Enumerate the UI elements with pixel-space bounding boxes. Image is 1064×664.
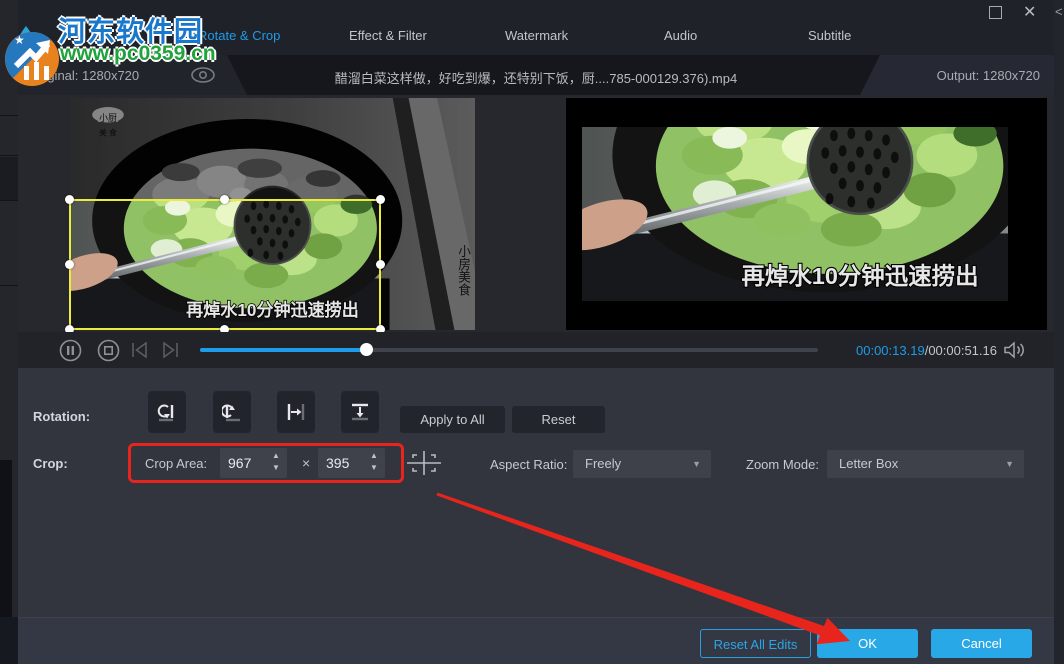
- next-frame-button[interactable]: [162, 342, 179, 358]
- background-app-right-edge: <: [1054, 0, 1064, 664]
- crop-center-icon: [405, 450, 443, 476]
- pause-button[interactable]: [59, 339, 82, 362]
- chevron-left-icon: <: [1055, 4, 1063, 19]
- flip-vertical-button[interactable]: [341, 391, 379, 433]
- preview-panel: [18, 95, 1054, 332]
- tab-subtitle[interactable]: Subtitle: [808, 28, 851, 43]
- crop-width-spinner: ▲ ▼: [220, 448, 287, 478]
- volume-button[interactable]: [1003, 341, 1027, 359]
- rotate-right-icon: [222, 402, 242, 422]
- infobar-output-section: Output: 1280x720: [842, 55, 1054, 95]
- total-time: 00:00:51.16: [928, 343, 997, 358]
- chevron-down-icon: ▼: [1005, 459, 1014, 469]
- crop-handle-n[interactable]: [220, 195, 229, 204]
- ok-button[interactable]: OK: [817, 629, 918, 658]
- flip-vertical-icon: [350, 402, 370, 422]
- output-resolution-label: Output: 1280x720: [937, 68, 1040, 83]
- close-button[interactable]: ✕: [1023, 4, 1036, 22]
- aspect-ratio-dropdown[interactable]: Freely ▼: [573, 450, 711, 478]
- rotation-reset-button[interactable]: Reset: [512, 406, 605, 433]
- crop-selection-border[interactable]: [69, 199, 381, 330]
- tab-audio[interactable]: Audio: [664, 28, 697, 43]
- crop-height-input[interactable]: [318, 448, 364, 478]
- zoom-mode-value: Letter Box: [839, 456, 898, 471]
- footer-bar: Reset All Edits OK Cancel: [18, 617, 1054, 664]
- volume-icon: [1005, 343, 1023, 357]
- tab-watermark[interactable]: Watermark: [505, 28, 568, 43]
- tab-effect-filter[interactable]: Effect & Filter: [349, 28, 427, 43]
- rotate-right-button[interactable]: [213, 391, 251, 433]
- crop-height-decrement[interactable]: ▼: [366, 462, 382, 474]
- crop-label: Crop:: [33, 456, 68, 471]
- output-video-content: [582, 127, 1008, 301]
- next-frame-icon: [164, 343, 177, 357]
- rotate-left-icon: [157, 402, 177, 422]
- screen: < Rotate & Crop Effect & Filter Watermar…: [0, 0, 1064, 664]
- tab-rotate-crop[interactable]: Rotate & Crop: [198, 28, 280, 43]
- maximize-button[interactable]: [989, 6, 1002, 19]
- previous-frame-icon: [133, 343, 146, 357]
- crop-handle-e[interactable]: [376, 260, 385, 269]
- zoom-mode-dropdown[interactable]: Letter Box ▼: [827, 450, 1024, 478]
- flip-horizontal-icon: [286, 402, 306, 422]
- crop-height-spinner: ▲ ▼: [318, 448, 385, 478]
- crop-handle-w[interactable]: [65, 260, 74, 269]
- current-time: 00:00:13.19: [856, 343, 925, 358]
- crop-width-input[interactable]: [220, 448, 266, 478]
- stop-icon: [105, 347, 112, 354]
- crop-width-increment[interactable]: ▲: [268, 450, 284, 462]
- rotate-left-button[interactable]: [148, 391, 186, 433]
- aspect-ratio-label: Aspect Ratio:: [490, 457, 567, 472]
- stop-button[interactable]: [97, 339, 120, 362]
- crop-handle-nw[interactable]: [65, 195, 74, 204]
- crop-handle-ne[interactable]: [376, 195, 385, 204]
- close-icon: ✕: [1023, 4, 1036, 21]
- output-video-preview: [566, 98, 1047, 330]
- crop-height-increment[interactable]: ▲: [366, 450, 382, 462]
- flip-horizontal-button[interactable]: [277, 391, 315, 433]
- cancel-button[interactable]: Cancel: [931, 629, 1032, 658]
- seek-progress: [200, 348, 365, 352]
- maximize-icon: [989, 6, 1002, 19]
- rotation-label: Rotation:: [33, 409, 90, 424]
- apply-to-all-button[interactable]: Apply to All: [400, 406, 505, 433]
- aspect-ratio-value: Freely: [585, 456, 621, 471]
- dialog-titlebar: Rotate & Crop Effect & Filter Watermark …: [18, 0, 1054, 55]
- zoom-mode-label: Zoom Mode:: [746, 457, 819, 472]
- reset-all-edits-button[interactable]: Reset All Edits: [700, 629, 811, 658]
- playback-bar: 00:00:13.19/00:00:51.16: [18, 332, 1054, 368]
- seek-thumb[interactable]: [360, 343, 373, 356]
- multiply-sign: ×: [302, 455, 310, 471]
- previous-frame-button[interactable]: [131, 342, 148, 358]
- seek-slider[interactable]: [200, 348, 818, 352]
- crop-width-decrement[interactable]: ▼: [268, 462, 284, 474]
- chevron-down-icon: ▼: [692, 459, 701, 469]
- time-display: 00:00:13.19/00:00:51.16: [856, 343, 997, 358]
- background-app-left-edge: [0, 0, 18, 664]
- infobar: Original: 1280x720 醋溜白菜这样做，好吃到爆，还特别下饭，厨.…: [18, 55, 1054, 95]
- crop-area-label: Crop Area:: [145, 456, 207, 471]
- controls-panel: Rotation:: [18, 368, 1054, 617]
- pause-icon: [67, 346, 74, 355]
